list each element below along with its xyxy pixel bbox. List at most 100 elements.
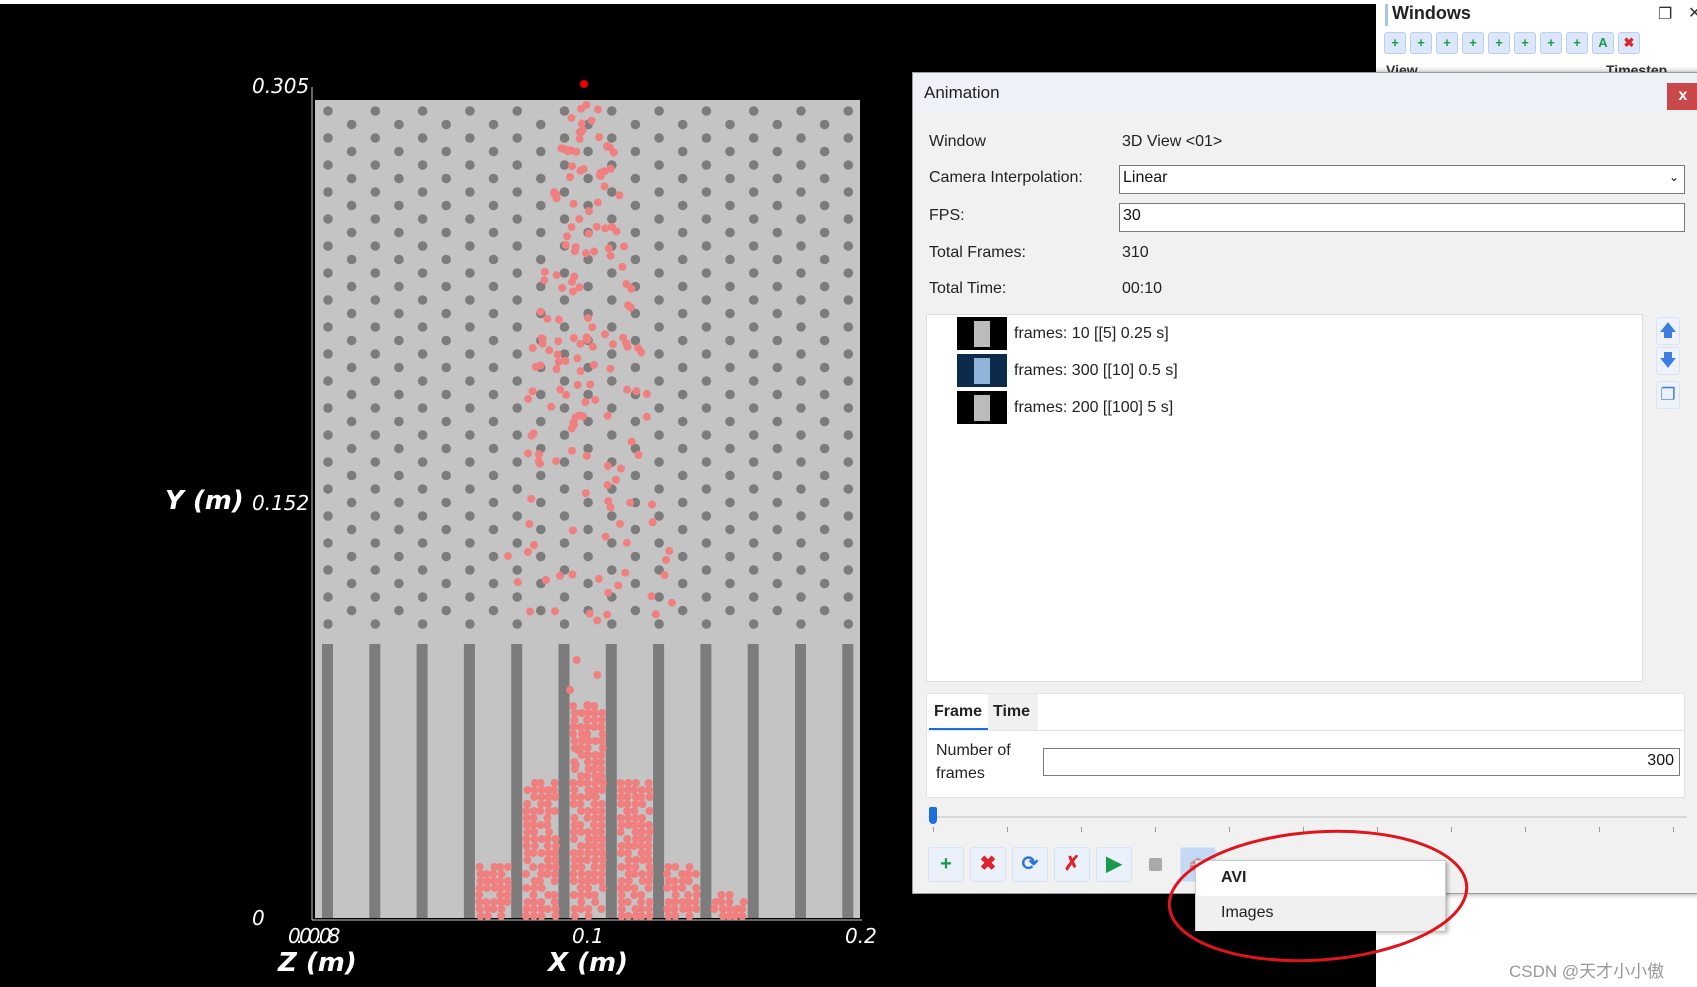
particle (598, 744, 607, 752)
peg (725, 497, 735, 508)
peg (536, 389, 546, 400)
peg (843, 322, 854, 332)
add-keyframe-button[interactable]: + (928, 847, 964, 882)
peg (630, 551, 641, 562)
menu-item-avi[interactable]: AVI (1196, 861, 1445, 896)
particle (552, 457, 561, 466)
particle (637, 842, 646, 850)
peg (417, 619, 428, 629)
clear-keyframes-button[interactable]: ✗ (1054, 847, 1090, 882)
add-view-icon[interactable]: + (1566, 32, 1588, 54)
text-icon[interactable]: A (1592, 32, 1614, 54)
play-button[interactable]: ▶ (1096, 847, 1132, 882)
add-scatter-icon[interactable]: + (1488, 32, 1510, 54)
camera-interpolation-value: Linear (1123, 169, 1168, 186)
particle (536, 361, 545, 370)
add-bar-chart-icon[interactable]: + (1436, 32, 1458, 54)
particle (503, 863, 512, 871)
particle (570, 709, 579, 717)
peg (748, 268, 759, 278)
particle (569, 723, 578, 731)
add-3d-view-icon[interactable]: + (1384, 32, 1406, 54)
keyframe-item[interactable]: frames: 10 [[5] 0.25 s] (957, 317, 1169, 350)
particle (604, 588, 613, 597)
export-menu: AVI Images (1195, 860, 1446, 931)
particle (576, 793, 585, 801)
peg (583, 470, 593, 481)
particle (632, 387, 641, 396)
particle (577, 842, 586, 850)
particle (529, 429, 538, 438)
peg (465, 457, 475, 467)
duplicate-button[interactable]: ❐ (1656, 381, 1680, 409)
panel-close-icon[interactable]: ✕ (1688, 3, 1697, 23)
dialog-title: Animation (913, 73, 1697, 113)
keyframe-item[interactable]: frames: 300 [[10] 0.5 s] (957, 354, 1178, 387)
particle (576, 905, 585, 913)
particle (606, 164, 615, 173)
restore-icon[interactable]: ❐ (1658, 4, 1672, 24)
peg (654, 241, 664, 251)
peg (394, 605, 404, 616)
stop-button[interactable] (1149, 858, 1162, 871)
peg (394, 200, 404, 211)
peg (630, 416, 641, 427)
peg (346, 173, 357, 184)
particle (537, 863, 546, 871)
move-down-button[interactable]: 🡇 (1656, 347, 1680, 375)
update-keyframe-button[interactable]: ⟳ (1012, 847, 1048, 882)
particle (523, 547, 532, 556)
number-of-frames-label: Number of frames (936, 742, 1011, 782)
peg (843, 619, 854, 629)
add-distribution-icon[interactable]: + (1462, 32, 1484, 54)
peg (536, 524, 546, 535)
peg (536, 119, 546, 130)
fps-input[interactable]: 30 (1119, 203, 1685, 232)
peg (677, 254, 688, 265)
peg (370, 106, 381, 116)
peg (796, 106, 806, 116)
add-histogram-icon[interactable]: + (1410, 32, 1432, 54)
particle (576, 807, 585, 815)
particle (607, 222, 616, 231)
keyframe-thumbnail (957, 391, 1007, 424)
dialog-close-button[interactable]: x (1667, 83, 1697, 110)
peg (796, 268, 806, 278)
particle (616, 779, 625, 787)
camera-interpolation-select[interactable]: Linear ⌄ (1119, 165, 1685, 194)
particle (627, 284, 636, 293)
peg (701, 430, 712, 440)
peg (607, 268, 617, 278)
particle (606, 251, 615, 260)
number-of-frames-input[interactable]: 300 (1043, 748, 1680, 776)
delete-icon[interactable]: ✖ (1618, 32, 1640, 54)
peg (772, 470, 783, 481)
peg (796, 187, 806, 197)
tab-time[interactable]: Time (988, 694, 1038, 730)
peg (465, 403, 475, 413)
slider-thumb[interactable] (929, 807, 937, 824)
keyframe-list[interactable]: frames: 10 [[5] 0.25 s] frames: 300 [[10… (926, 314, 1643, 682)
particle (550, 877, 559, 885)
peg (323, 430, 333, 440)
peg (772, 200, 783, 211)
particle (638, 800, 647, 808)
add-table-icon[interactable]: + (1540, 32, 1562, 54)
add-multi-chart-icon[interactable]: + (1514, 32, 1536, 54)
tab-frame[interactable]: Frame (929, 694, 988, 730)
menu-item-images[interactable]: Images (1196, 896, 1445, 931)
frame-slider[interactable] (928, 816, 1687, 818)
particle (637, 348, 646, 357)
remove-keyframe-button[interactable]: ✖ (970, 847, 1006, 882)
move-up-button[interactable]: 🡅 (1656, 317, 1680, 345)
particle (647, 592, 656, 601)
keyframe-item[interactable]: frames: 200 [[100] 5 s] (957, 391, 1173, 424)
particle (570, 247, 579, 256)
peg (370, 295, 381, 305)
peg (323, 538, 333, 548)
particle (543, 814, 552, 822)
peg (796, 457, 806, 467)
peg (559, 106, 570, 116)
peg (843, 457, 854, 467)
peg (441, 119, 452, 130)
